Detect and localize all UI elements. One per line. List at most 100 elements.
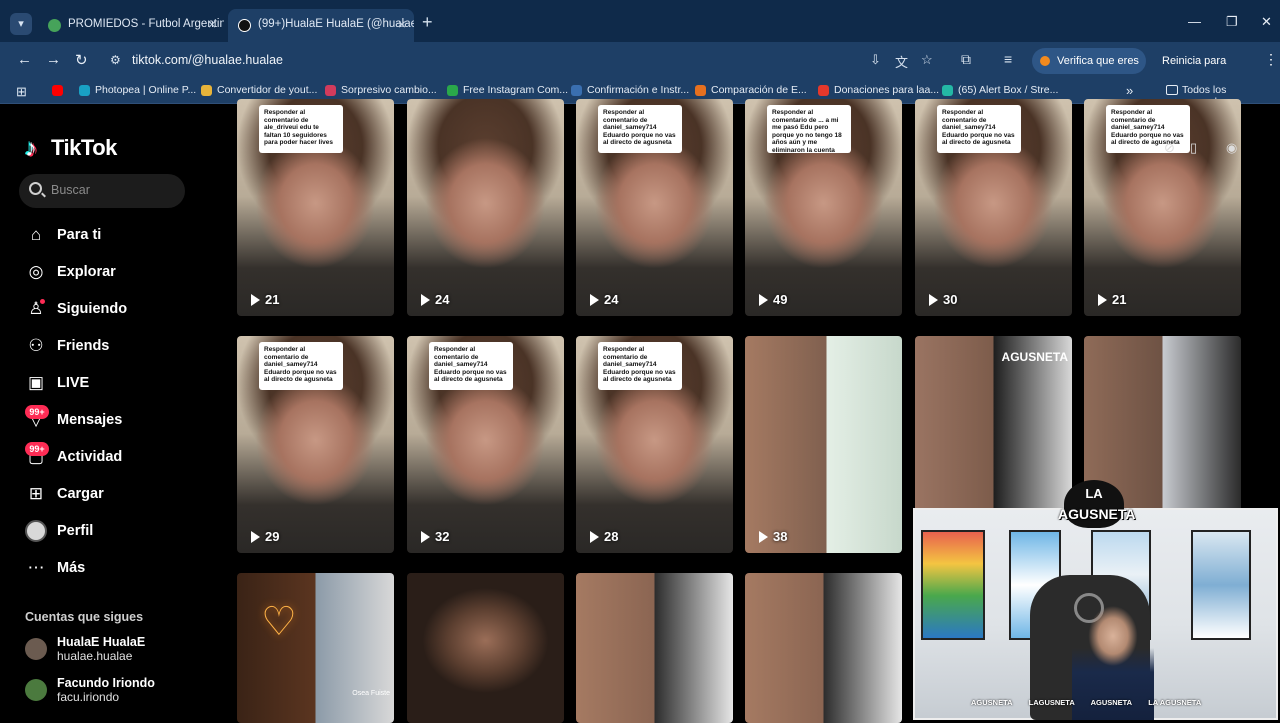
video-thumbnail[interactable]: Responder al comentario de daniel_samey7…	[1084, 99, 1241, 316]
nav-actividad[interactable]: ▢ 99+ Actividad	[25, 442, 215, 472]
account-name: HualaE HualaE	[57, 635, 146, 649]
video-thumbnail[interactable]: ♡ Osea Fuiste	[237, 573, 394, 723]
close-tab-icon[interactable]: ×	[208, 9, 216, 40]
more-bookmarks-icon[interactable]: »	[1126, 83, 1133, 98]
video-thumbnail[interactable]	[745, 573, 902, 723]
device-icon[interactable]: ▯	[1190, 140, 1197, 156]
view-count: 21	[251, 292, 279, 307]
site-info-icon[interactable]: ⚙	[110, 53, 121, 67]
close-tab-icon[interactable]: ×	[398, 9, 406, 40]
nav-mas[interactable]: ⋯ Más	[25, 553, 215, 583]
search-input[interactable]	[51, 183, 171, 197]
nav-friends[interactable]: ⚇ Friends	[25, 331, 215, 361]
extensions-icon[interactable]: ⧉	[961, 51, 971, 68]
friends-icon: ⚇	[28, 336, 44, 355]
nav-para-ti[interactable]: ⌂ Para ti	[25, 220, 215, 250]
nav-perfil[interactable]: Perfil	[25, 516, 215, 546]
video-thumbnail[interactable]: Responder al comentario de daniel_samey7…	[576, 336, 733, 553]
following-icon: ♙	[28, 299, 45, 318]
account-name: Facundo Iriondo	[57, 676, 155, 690]
tiktok-logo[interactable]: ♪ TikTok	[25, 135, 117, 165]
restore-window-icon[interactable]: ❐	[1226, 14, 1238, 30]
bookmark-item[interactable]: Sorpresivo cambio...	[325, 84, 437, 96]
profile-mini-icon[interactable]: ◉	[1226, 140, 1237, 156]
bookmark-star-icon[interactable]: ☆	[921, 52, 933, 68]
promiedos-favicon-icon	[48, 19, 61, 32]
minimize-window-icon[interactable]: —	[1188, 14, 1201, 29]
new-tab-button[interactable]: +	[422, 12, 433, 33]
bookmark-favicon-icon	[325, 85, 336, 96]
nav-label: Friends	[57, 338, 110, 354]
live-icon: ▣	[27, 373, 45, 392]
video-thumbnail[interactable]: 24	[407, 99, 564, 316]
youtube-handle: LA AGUSNETA	[1148, 698, 1202, 707]
upload-icon: ⊞	[28, 484, 44, 503]
following-account[interactable]: HualaE HualaE hualae.hualae	[25, 635, 145, 665]
install-app-icon[interactable]: ⇩	[870, 52, 881, 68]
video-thumbnail[interactable]: 38	[745, 336, 902, 553]
comment-reply-sticker: Responder al comentario de daniel_samey7…	[259, 342, 343, 390]
video-thumbnail[interactable]	[576, 573, 733, 723]
video-thumbnail[interactable]	[407, 573, 564, 723]
bookmark-favicon-icon	[571, 85, 582, 96]
bookmark-label: Confirmación e Instr...	[587, 84, 690, 96]
close-window-icon[interactable]: ✕	[1261, 14, 1272, 30]
poster-image	[1191, 530, 1251, 640]
activity-badge: 99+	[25, 442, 49, 456]
bookmark-item[interactable]: Donaciones para laa...	[818, 84, 939, 96]
comment-reply-sticker: Responder al comentario de daniel_samey7…	[598, 105, 682, 153]
nav-explorar[interactable]: ◎ Explorar	[25, 257, 215, 287]
x-handle: LAGUSNETA	[1028, 698, 1075, 707]
forward-icon[interactable]: →	[46, 51, 61, 68]
bookmark-item[interactable]: Photopea | Online P...	[79, 84, 196, 96]
bookmark-favicon-icon	[942, 85, 953, 96]
nav-cargar[interactable]: ⊞ Cargar	[25, 479, 215, 509]
address-bar[interactable]: ⚙ tiktok.com/@hualae.hualae ⇩ 文 ☆	[102, 47, 982, 75]
media-controls-icon[interactable]: ≡	[1004, 51, 1012, 67]
search-box[interactable]	[19, 174, 185, 208]
video-thumbnail[interactable]: Responder al comentario de daniel_samey7…	[237, 336, 394, 553]
browser-tab[interactable]: PROMIEDOS - Futbol Argentino ×	[38, 9, 224, 42]
menu-kebab-icon[interactable]: ⋮	[1264, 51, 1278, 68]
logo-main-text: AGUSNETA	[1058, 506, 1136, 522]
following-account[interactable]: Facundo Iriondo facu.iriondo	[25, 676, 155, 706]
nav-label: Cargar	[57, 486, 104, 502]
bookmark-item[interactable]: Convertidor de yout...	[201, 84, 317, 96]
video-thumbnail[interactable]: Responder al comentario de ale_driveui e…	[237, 99, 394, 316]
tab-title: PROMIEDOS - Futbol Argentino	[68, 18, 224, 30]
nav-live[interactable]: ▣ LIVE	[25, 368, 215, 398]
bookmark-favicon-icon	[695, 85, 706, 96]
activity-icon: ▢ 99+	[25, 442, 49, 468]
nav-label: Siguiendo	[57, 301, 128, 317]
back-icon[interactable]: ←	[17, 51, 32, 68]
account-avatar	[25, 638, 47, 660]
bookmark-item[interactable]: Comparación de E...	[695, 84, 807, 96]
nav-label: Más	[57, 560, 86, 576]
bookmark-label: Convertidor de yout...	[217, 84, 318, 96]
nav-mensajes[interactable]: ▽ 99+ Mensajes	[25, 405, 215, 435]
nav-label: Explorar	[57, 264, 116, 280]
video-thumbnail[interactable]: Responder al comentario de daniel_samey7…	[576, 99, 733, 316]
view-count: 29	[251, 529, 279, 544]
following-section-title: Cuentas que sigues	[25, 610, 144, 624]
restart-update-button[interactable]: Reinicia para actualizar	[1154, 48, 1262, 93]
bookmark-item[interactable]: Free Instagram Com...	[447, 84, 568, 96]
video-thumbnail[interactable]: Responder al comentario de ... a mi me p…	[745, 99, 902, 316]
apps-grid-icon[interactable]: ⊞	[16, 84, 27, 100]
nav-siguiendo[interactable]: ♙ Siguiendo	[25, 294, 215, 324]
autoscroll-icon[interactable]: ⊘	[1164, 140, 1175, 156]
bookmark-item[interactable]: Confirmación e Instr...	[571, 84, 689, 96]
compass-icon: ◎	[28, 262, 44, 281]
video-thumbnail[interactable]: Responder al comentario de daniel_samey7…	[915, 99, 1072, 316]
bookmark-label: (65) Alert Box / Stre...	[958, 84, 1059, 96]
comment-reply-sticker: Responder al comentario de ale_driveui e…	[259, 105, 343, 153]
video-thumbnail[interactable]: Responder al comentario de daniel_samey7…	[407, 336, 564, 553]
search-icon	[29, 182, 42, 195]
browser-tab-active[interactable]: (99+)HualaE HualaE (@hualae.h ×	[228, 9, 414, 42]
bookmark-item[interactable]: (65) Alert Box / Stre...	[942, 84, 1058, 96]
translate-icon[interactable]: 文	[895, 52, 908, 71]
verify-button[interactable]: Verifica que eres tú	[1032, 48, 1146, 93]
tab-search-button[interactable]: ▾	[10, 13, 32, 35]
bookmark-label: Free Instagram Com...	[463, 84, 569, 96]
reload-icon[interactable]: ↻	[75, 51, 88, 69]
